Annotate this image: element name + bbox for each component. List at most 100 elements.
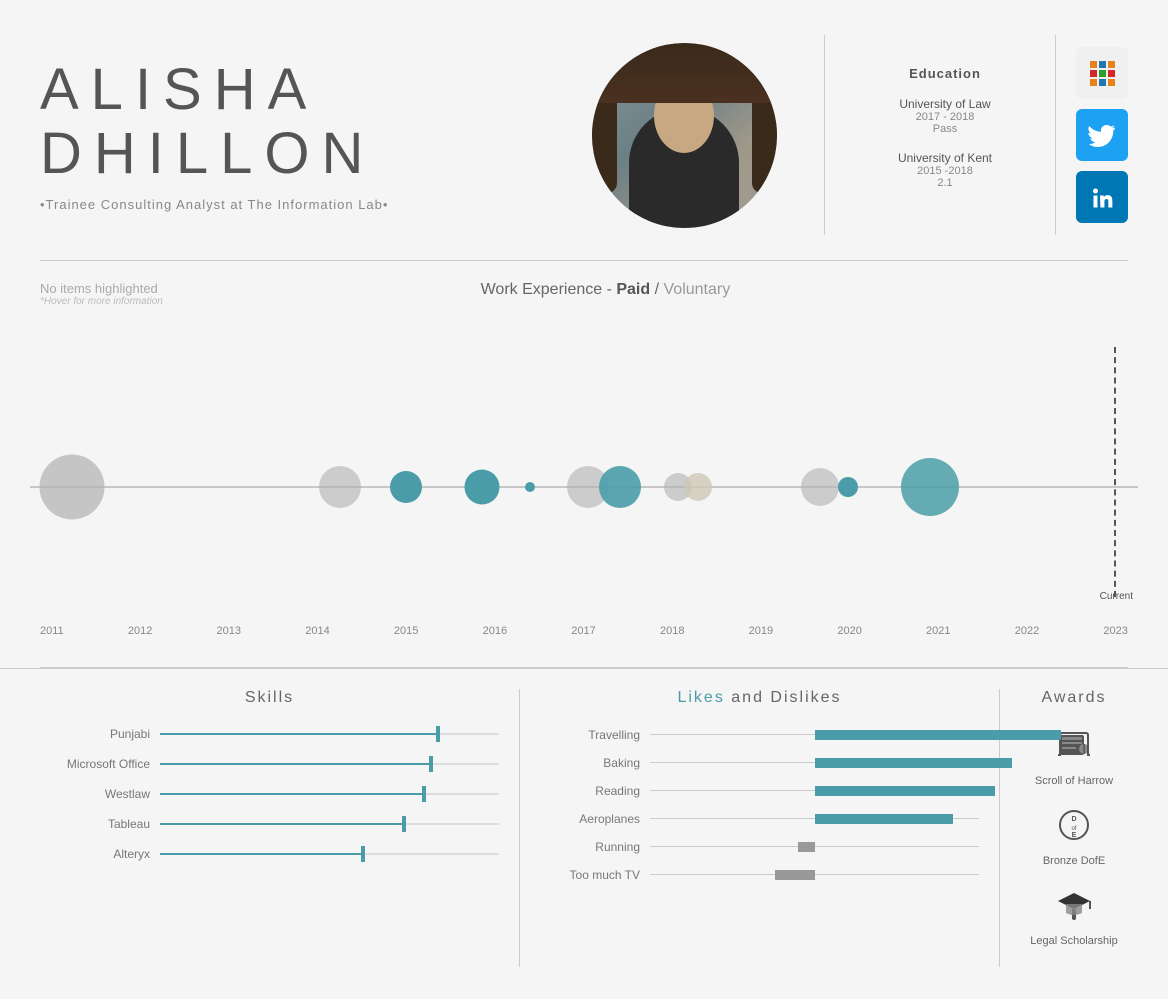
skill-marker-punjabi bbox=[436, 726, 440, 742]
award-bronze-dofe: D of E Bronze DofE bbox=[1020, 807, 1128, 867]
likes-row-running: Running bbox=[540, 839, 979, 855]
year-2017: 2017 bbox=[571, 625, 595, 637]
edu-school-2: University of Kent bbox=[855, 151, 1035, 165]
timeline-bubble-2016[interactable] bbox=[525, 482, 535, 492]
year-2011: 2011 bbox=[40, 625, 64, 637]
name-block: ALISHA DHILLON •Trainee Consulting Analy… bbox=[40, 58, 574, 213]
likes-negative-running bbox=[798, 842, 814, 852]
social-icons bbox=[1076, 47, 1128, 223]
awards-heading: Awards bbox=[1020, 689, 1128, 707]
skill-bar-msoffice bbox=[160, 762, 499, 766]
timeline-bubble-2020b[interactable] bbox=[838, 477, 858, 497]
edu-grade-2: 2.1 bbox=[855, 177, 1035, 189]
linkedin-icon-button[interactable] bbox=[1076, 171, 1128, 223]
dofe-icon: D of E bbox=[1056, 807, 1092, 850]
scroll-icon bbox=[1056, 727, 1092, 770]
likes-label-travelling: Travelling bbox=[540, 728, 640, 742]
skill-fill-tableau bbox=[160, 823, 404, 825]
year-2023: 2023 bbox=[1103, 625, 1127, 637]
year-2014: 2014 bbox=[305, 625, 329, 637]
award-label-legal: Legal Scholarship bbox=[1030, 935, 1117, 947]
profile-photo-inner bbox=[592, 43, 777, 228]
timeline-bubble-2015b[interactable] bbox=[465, 470, 500, 505]
timeline-bubble-2021[interactable] bbox=[901, 458, 959, 516]
timeline-bubble-2015a[interactable] bbox=[390, 471, 422, 503]
likes-suffix: and Dislikes bbox=[725, 689, 842, 706]
profile-photo bbox=[592, 43, 777, 228]
likes-label-running: Running bbox=[540, 840, 640, 854]
skill-fill-alteryx bbox=[160, 853, 363, 855]
skill-row-punjabi: Punjabi bbox=[40, 727, 499, 741]
year-2019: 2019 bbox=[749, 625, 773, 637]
tableau-icon-button[interactable] bbox=[1076, 47, 1128, 99]
edu-item-2: University of Kent 2015 -2018 2.1 bbox=[855, 151, 1035, 189]
education-title: Education bbox=[855, 66, 1035, 81]
skill-label-msoffice: Microsoft Office bbox=[40, 757, 150, 771]
likes-positive-travelling bbox=[815, 730, 1062, 740]
first-name-text: ALISHA bbox=[40, 57, 318, 122]
divider-social bbox=[1055, 35, 1056, 235]
likes-bar-travelling bbox=[650, 727, 979, 743]
skills-section: Skills Punjabi Microsoft Office Westlaw bbox=[40, 689, 520, 967]
twitter-icon-button[interactable] bbox=[1076, 109, 1128, 161]
award-label-scroll: Scroll of Harrow bbox=[1035, 775, 1113, 787]
likes-positive-aeroplanes bbox=[815, 814, 953, 824]
skill-marker-alteryx bbox=[361, 846, 365, 862]
timeline-bubble-2014a[interactable] bbox=[319, 466, 361, 508]
timeline-bubble-2020a[interactable] bbox=[801, 468, 839, 506]
subtitle: •Trainee Consulting Analyst at The Infor… bbox=[40, 197, 534, 212]
likes-row-toomutchtv: Too much TV bbox=[540, 867, 979, 883]
year-2012: 2012 bbox=[128, 625, 152, 637]
likes-label-aeroplanes: Aeroplanes bbox=[540, 812, 640, 826]
timeline-bubble-2018b[interactable] bbox=[684, 473, 712, 501]
top-section: ALISHA DHILLON •Trainee Consulting Analy… bbox=[0, 0, 1168, 260]
skill-label-tableau: Tableau bbox=[40, 817, 150, 831]
likes-label-reading: Reading bbox=[540, 784, 640, 798]
current-label: Current bbox=[1100, 591, 1133, 602]
mortarboard-icon bbox=[1056, 887, 1092, 930]
work-exp-paid: Paid bbox=[616, 281, 650, 298]
likes-heading: Likes and Dislikes bbox=[540, 689, 979, 707]
likes-row-reading: Reading bbox=[540, 783, 979, 799]
skill-row-tableau: Tableau bbox=[40, 817, 499, 831]
no-items-block: No items highlighted *Hover for more inf… bbox=[40, 281, 163, 307]
likes-positive-baking bbox=[815, 758, 1012, 768]
first-name: ALISHA DHILLON bbox=[40, 58, 534, 186]
skill-bar-westlaw bbox=[160, 792, 499, 796]
likes-label-baking: Baking bbox=[540, 756, 640, 770]
likes-section: Likes and Dislikes Travelling Baking Rea… bbox=[520, 689, 1000, 967]
skill-bar-punjabi bbox=[160, 732, 499, 736]
profile-photo-area bbox=[574, 43, 794, 228]
likes-row-baking: Baking bbox=[540, 755, 979, 771]
edu-grade-1: Pass bbox=[855, 123, 1035, 135]
current-dashed-line bbox=[1114, 347, 1116, 597]
skill-bar-alteryx bbox=[160, 852, 499, 856]
likes-bar-baking bbox=[650, 755, 979, 771]
skills-heading: Skills bbox=[40, 689, 499, 707]
timeline-bubble-2017b[interactable] bbox=[599, 466, 641, 508]
bottom-section: Skills Punjabi Microsoft Office Westlaw bbox=[0, 668, 1168, 987]
timeline-chart: Current 2011 2012 2013 2014 2015 2 bbox=[30, 327, 1138, 647]
edu-school-1: University of Law bbox=[855, 97, 1035, 111]
timeline-bubble-2011[interactable] bbox=[40, 455, 105, 520]
work-exp-label: Work Experience - bbox=[481, 281, 617, 298]
likes-bar-reading bbox=[650, 783, 979, 799]
year-2016: 2016 bbox=[483, 625, 507, 637]
svg-text:D: D bbox=[1071, 816, 1076, 823]
year-2013: 2013 bbox=[217, 625, 241, 637]
no-items-sub: *Hover for more information bbox=[40, 296, 163, 307]
no-items-main: No items highlighted bbox=[40, 281, 163, 296]
skill-label-punjabi: Punjabi bbox=[40, 727, 150, 741]
education-block: Education University of Law 2017 - 2018 … bbox=[855, 56, 1035, 215]
year-2022: 2022 bbox=[1015, 625, 1039, 637]
divider-education bbox=[824, 35, 825, 235]
likes-positive-reading bbox=[815, 786, 996, 796]
skill-marker-westlaw bbox=[422, 786, 426, 802]
likes-bar-toomutchtv bbox=[650, 867, 979, 883]
last-name-text: DHILLON bbox=[40, 121, 375, 186]
skill-row-msoffice: Microsoft Office bbox=[40, 757, 499, 771]
skill-fill-msoffice bbox=[160, 763, 431, 765]
skill-fill-punjabi bbox=[160, 733, 438, 735]
year-2015: 2015 bbox=[394, 625, 418, 637]
likes-label-toomutchtv: Too much TV bbox=[540, 868, 640, 882]
